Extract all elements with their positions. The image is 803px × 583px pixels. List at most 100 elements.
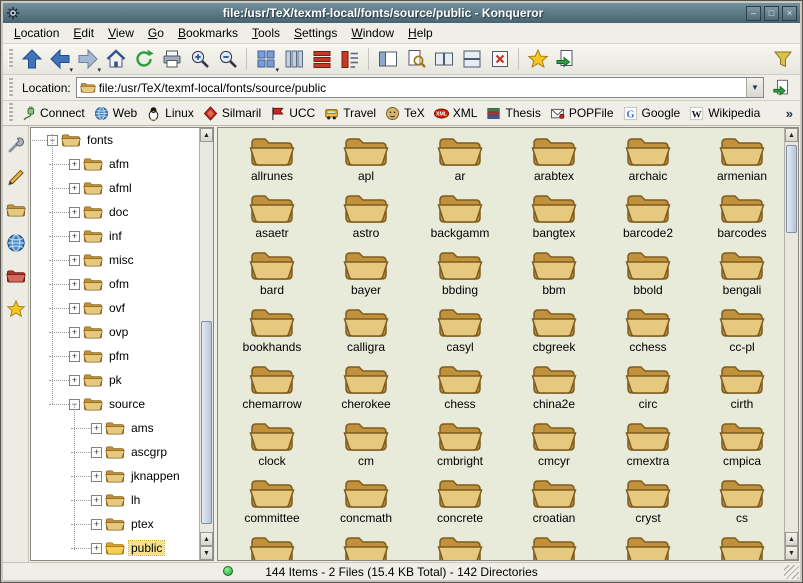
bookmark-popfile[interactable]: POPFile — [546, 104, 618, 123]
root-folder-tab[interactable] — [6, 266, 26, 286]
menu-edit[interactable]: Edit — [66, 24, 101, 42]
folder-apl[interactable]: apl — [319, 133, 413, 190]
main-scroll-up-button-2[interactable]: ▲ — [785, 532, 798, 546]
tree-expander-icon[interactable]: + — [91, 447, 102, 458]
folder-cryst[interactable]: cryst — [601, 475, 695, 532]
resize-grip[interactable] — [784, 565, 799, 579]
icon-view[interactable]: allrunesaplararabtexarchaicarmenianasaet… — [218, 128, 784, 560]
folder-armenian[interactable]: armenian — [695, 133, 784, 190]
location-combobox[interactable]: ▼ — [76, 77, 764, 98]
folder-bangtex[interactable]: bangtex — [507, 190, 601, 247]
menu-window[interactable]: Window — [344, 24, 401, 42]
tree-scrollbar[interactable]: ▲ ▲ ▼ — [199, 128, 213, 560]
services-tab[interactable] — [6, 134, 26, 154]
menu-location[interactable]: Location — [7, 24, 66, 42]
tree-item-misc[interactable]: +misc — [31, 248, 199, 272]
tree-item-ascgrp[interactable]: +ascgrp — [31, 440, 199, 464]
print-button[interactable] — [158, 46, 185, 73]
tree-expander-icon[interactable]: + — [69, 351, 80, 362]
tree-expander-icon[interactable]: + — [69, 375, 80, 386]
folder-bbding[interactable]: bbding — [413, 247, 507, 304]
tree-expander-icon[interactable]: + — [69, 159, 80, 170]
bookmarks-toolbar-handle[interactable] — [8, 103, 13, 123]
tree-item-source[interactable]: −source — [31, 392, 199, 416]
up-button[interactable] — [18, 46, 45, 73]
folder-clock[interactable]: clock — [225, 418, 319, 475]
main-scroll-track[interactable] — [785, 142, 798, 532]
folder-committee[interactable]: committee — [225, 475, 319, 532]
tree-item-ams[interactable]: +ams — [31, 416, 199, 440]
folder-chess[interactable]: chess — [413, 361, 507, 418]
bookmark-xml[interactable]: XMLXML — [430, 104, 482, 123]
close-view-button[interactable] — [486, 46, 513, 73]
maximize-button[interactable]: □ — [764, 6, 779, 21]
main-scroll-down-button[interactable]: ▼ — [785, 546, 798, 560]
menu-bookmarks[interactable]: Bookmarks — [171, 24, 245, 42]
folder-barcodes[interactable]: barcodes — [695, 190, 784, 247]
bookmark-travel[interactable]: Travel — [320, 104, 380, 123]
folder-cherokee[interactable]: cherokee — [319, 361, 413, 418]
folder-calligra[interactable]: calligra — [319, 304, 413, 361]
tree-item-doc[interactable]: +doc — [31, 200, 199, 224]
go-button[interactable] — [769, 76, 795, 100]
icon-view-button[interactable]: ▾ — [252, 46, 279, 73]
split-view-top-bottom-button[interactable] — [458, 46, 485, 73]
bookmark-google[interactable]: GGoogle — [619, 104, 685, 123]
bookmark-ucc[interactable]: UCC — [266, 104, 319, 123]
tree-item-ovf[interactable]: +ovf — [31, 296, 199, 320]
tree-expander-icon[interactable]: + — [91, 423, 102, 434]
detailed-list-view-button[interactable] — [308, 46, 335, 73]
main-scroll-up-button[interactable]: ▲ — [785, 128, 798, 142]
folder-concmath[interactable]: concmath — [319, 475, 413, 532]
menu-go[interactable]: Go — [141, 24, 171, 42]
menu-tools[interactable]: Tools — [245, 24, 287, 42]
menu-help[interactable]: Help — [401, 24, 440, 42]
tree-expander-icon[interactable]: + — [91, 471, 102, 482]
folder-casyl[interactable]: casyl — [413, 304, 507, 361]
folder-concrete[interactable]: concrete — [413, 475, 507, 532]
filter-button[interactable] — [769, 46, 796, 73]
close-button[interactable]: × — [782, 6, 797, 21]
menu-settings[interactable]: Settings — [287, 24, 344, 42]
tree-scroll-down-button[interactable]: ▼ — [200, 546, 213, 560]
tree-expander-icon[interactable]: + — [91, 519, 102, 530]
location-toolbar-handle[interactable] — [8, 78, 13, 98]
tree-item-inf[interactable]: +inf — [31, 224, 199, 248]
split-view-left-right-button[interactable] — [430, 46, 457, 73]
tree-item-ovp[interactable]: +ovp — [31, 320, 199, 344]
tree-expander-icon[interactable]: + — [69, 279, 80, 290]
folder-bard[interactable]: bard — [225, 247, 319, 304]
tree-item-public[interactable]: +public — [31, 536, 199, 560]
network-tab[interactable] — [6, 233, 26, 253]
folder-cmpica[interactable]: cmpica — [695, 418, 784, 475]
folder-barcode2[interactable]: barcode2 — [601, 190, 695, 247]
folder-asaetr[interactable]: asaetr — [225, 190, 319, 247]
folder-bookhands[interactable]: bookhands — [225, 304, 319, 361]
tree-item-jknappen[interactable]: +jknappen — [31, 464, 199, 488]
folder-ar[interactable]: ar — [413, 133, 507, 190]
reload-button[interactable] — [130, 46, 157, 73]
folder-cs[interactable]: cs — [695, 475, 784, 532]
forward-button[interactable]: ▾ — [74, 46, 101, 73]
tree-expander-icon[interactable]: + — [69, 303, 80, 314]
history-tab[interactable] — [6, 167, 26, 187]
folder-partial[interactable] — [601, 532, 695, 560]
folder-cm[interactable]: cm — [319, 418, 413, 475]
folder-partial[interactable] — [319, 532, 413, 560]
tree-expander-icon[interactable]: + — [91, 543, 102, 554]
folder-cbgreek[interactable]: cbgreek — [507, 304, 601, 361]
bookmark-silmaril[interactable]: Silmaril — [199, 104, 265, 123]
location-input[interactable] — [96, 81, 746, 95]
navigation-panel-button[interactable] — [374, 46, 401, 73]
tree-expander-icon[interactable]: + — [69, 255, 80, 266]
folder-cirth[interactable]: cirth — [695, 361, 784, 418]
menu-view[interactable]: View — [101, 24, 141, 42]
tree-scroll-thumb[interactable] — [201, 321, 212, 524]
tree-item-lh[interactable]: +lh — [31, 488, 199, 512]
bookmark-button[interactable] — [524, 46, 551, 73]
folder-croatian[interactable]: croatian — [507, 475, 601, 532]
tree-item-afm[interactable]: +afm — [31, 152, 199, 176]
folder-china2e[interactable]: china2e — [507, 361, 601, 418]
folder-bengali[interactable]: bengali — [695, 247, 784, 304]
folder-allrunes[interactable]: allrunes — [225, 133, 319, 190]
